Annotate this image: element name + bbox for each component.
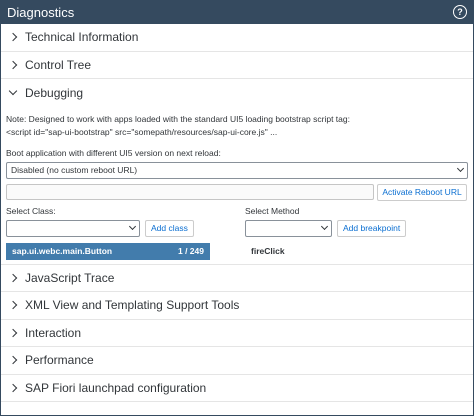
bootstrap-note: Note: Designed to work with apps loaded … xyxy=(6,113,350,124)
section-label: Interaction xyxy=(25,325,82,340)
section-debugging[interactable]: Debugging xyxy=(1,79,473,107)
chevron-down-icon xyxy=(456,164,465,173)
chevron-right-icon xyxy=(7,383,19,392)
section-label: Technical Information xyxy=(25,30,139,45)
section-label: SAP Fiori launchpad configuration xyxy=(25,380,207,395)
class-list-item[interactable]: sap.ui.webc.main.Button 1 / 249 xyxy=(6,242,210,260)
chevron-down-icon xyxy=(320,222,329,231)
select-method-dropdown[interactable] xyxy=(245,219,332,237)
section-label: JavaScript Trace xyxy=(25,270,115,285)
select-method-label: Select Method xyxy=(245,205,300,216)
select-class-group: Select Class: Add class xyxy=(6,206,245,237)
add-class-button[interactable]: Add class xyxy=(145,219,194,237)
select-class-label: Select Class: xyxy=(6,205,56,216)
chevron-right-icon xyxy=(7,33,19,42)
chevron-down-icon xyxy=(7,87,19,96)
section-label: XML View and Templating Support Tools xyxy=(25,298,240,313)
activate-reboot-url-button[interactable]: Activate Reboot URL xyxy=(377,183,467,201)
section-javascript-trace[interactable]: JavaScript Trace xyxy=(1,265,473,292)
debugging-panel: Note: Designed to work with apps loaded … xyxy=(1,107,473,265)
title-bar: Diagnostics ? xyxy=(1,0,473,24)
reboot-version-select[interactable]: Disabled (no custom reboot URL) xyxy=(6,161,468,179)
section-label: Debugging xyxy=(25,85,84,100)
section-xml-view-tools[interactable]: XML View and Templating Support Tools xyxy=(1,292,473,320)
select-method-group: Select Method Add breakpoint xyxy=(245,205,407,237)
chevron-down-icon xyxy=(128,222,137,231)
section-performance[interactable]: Performance xyxy=(1,347,473,375)
section-fiori-launchpad-configuration[interactable]: SAP Fiori launchpad configuration xyxy=(1,375,473,402)
chevron-right-icon xyxy=(7,356,19,365)
select-class-dropdown[interactable] xyxy=(6,219,140,237)
reboot-version-value: Disabled (no custom reboot URL) xyxy=(11,165,138,175)
class-name: sap.ui.webc.main.Button xyxy=(12,246,113,256)
section-label: Control Tree xyxy=(25,57,92,72)
window-title: Diagnostics xyxy=(7,4,75,20)
chevron-right-icon xyxy=(7,273,19,282)
chevron-right-icon xyxy=(7,301,19,310)
section-control-tree[interactable]: Control Tree xyxy=(1,52,473,79)
chevron-right-icon xyxy=(7,60,19,69)
section-technical-information[interactable]: Technical Information xyxy=(1,24,473,52)
help-icon[interactable]: ? xyxy=(453,5,467,19)
boot-label: Boot application with different UI5 vers… xyxy=(6,147,221,158)
bootstrap-script-tag: <script id="sap-ui-bootstrap" src="somep… xyxy=(6,126,278,137)
chevron-right-icon xyxy=(7,328,19,337)
section-label: Performance xyxy=(25,353,94,368)
add-breakpoint-button[interactable]: Add breakpoint xyxy=(337,219,407,237)
section-interaction[interactable]: Interaction xyxy=(1,320,473,347)
method-list-item[interactable]: fireClick xyxy=(251,246,285,256)
class-count: 1 / 249 xyxy=(178,246,204,256)
diagnostics-window: Diagnostics ? Technical Information Cont… xyxy=(0,0,474,416)
reboot-url-input[interactable] xyxy=(6,184,374,200)
